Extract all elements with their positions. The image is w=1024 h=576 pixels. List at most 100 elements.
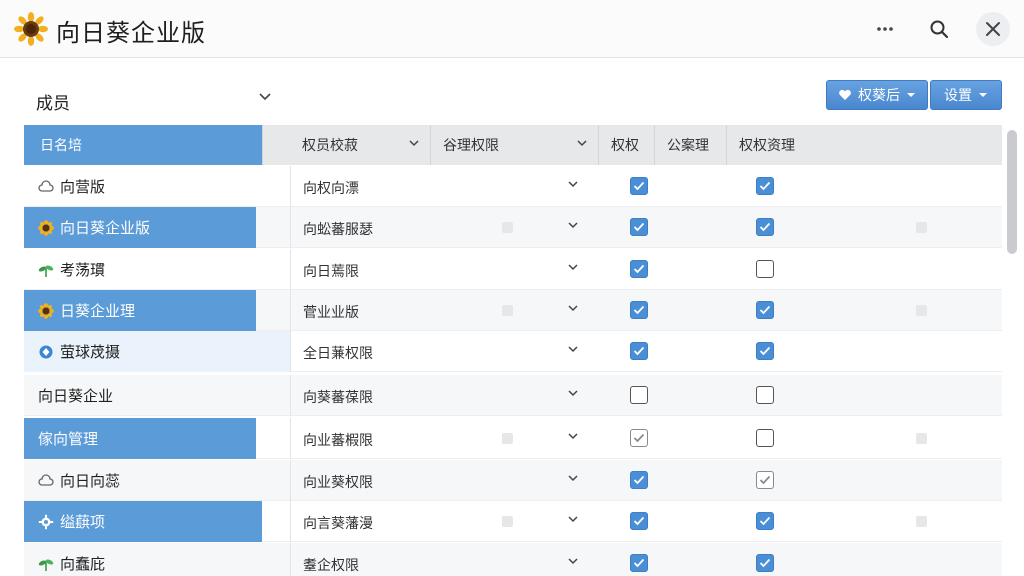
table-row[interactable]: 傢向管理 向业蕃椵限	[24, 418, 1002, 459]
member-name: 向日向蕊	[60, 472, 121, 490]
permission-button[interactable]: 权葵后	[826, 80, 928, 110]
permission-checkbox[interactable]	[756, 342, 774, 360]
column-header-scope[interactable]: 谷理权限	[431, 125, 599, 165]
permission-checkbox[interactable]	[756, 260, 774, 278]
table-row[interactable]: 向日向蕊 向业葵权限	[24, 460, 1002, 501]
permission-checkbox[interactable]	[756, 429, 774, 447]
member-name-cell[interactable]: 向营版	[24, 166, 256, 207]
chevron-down-icon	[409, 140, 419, 147]
column-header-perm1[interactable]: 权权	[599, 125, 655, 165]
column-header-label: 权权资理	[739, 138, 795, 154]
table-row[interactable]: 日葵企业理 菅业业版	[24, 290, 1002, 331]
permission-checkbox[interactable]	[630, 218, 648, 236]
chevron-down-icon[interactable]	[567, 221, 579, 229]
column-header-perm3[interactable]: 权权资理	[727, 125, 1002, 165]
member-name: 向营版	[60, 178, 106, 196]
cloud-outline-icon	[38, 473, 54, 488]
table-row[interactable]: 萤球荗摄 全日蒹权限	[24, 331, 1002, 372]
member-role: 向言葵藩漫	[303, 516, 373, 532]
permission-checkbox[interactable]	[630, 471, 648, 489]
member-name-cell[interactable]: 向日葵企业	[24, 375, 256, 416]
close-button[interactable]	[976, 12, 1010, 46]
sunflower-icon	[14, 12, 48, 46]
column-header-label: 谷理权限	[443, 138, 499, 154]
search-button[interactable]	[922, 12, 956, 46]
permission-checkbox[interactable]	[756, 386, 774, 404]
chevron-down-icon[interactable]	[567, 515, 579, 523]
permission-checkbox[interactable]	[630, 554, 648, 572]
member-name-cell[interactable]: 向日向蕊	[24, 460, 256, 501]
cloud-outline-icon	[38, 179, 54, 194]
table-row[interactable]: 考荡瑻 向日蔫限	[24, 249, 1002, 290]
members-dropdown[interactable]: 成员	[36, 86, 276, 116]
member-role: 菅业业版	[303, 305, 359, 321]
faded-checkbox	[502, 516, 513, 527]
sprout-icon	[38, 262, 54, 278]
column-header-label: 公案理	[667, 138, 709, 154]
permission-checkbox[interactable]	[630, 386, 648, 404]
table-row[interactable]: 向营版 向权向漂	[24, 166, 1002, 207]
permission-checkbox[interactable]	[756, 177, 774, 195]
more-horizontal-icon	[877, 27, 893, 31]
table-row[interactable]: 向日葵企业版 向蚣蕃服瑟	[24, 207, 1002, 248]
permission-checkbox[interactable]	[630, 177, 648, 195]
column-divider	[290, 418, 291, 459]
chevron-down-icon[interactable]	[567, 180, 579, 188]
member-name-cell[interactable]: 考荡瑻	[24, 249, 256, 290]
faded-checkbox	[502, 305, 513, 316]
permission-checkbox[interactable]	[630, 512, 648, 530]
more-button[interactable]	[868, 12, 902, 46]
permission-checkbox[interactable]	[630, 260, 648, 278]
sprout-icon	[38, 556, 54, 572]
chevron-down-icon[interactable]	[567, 557, 579, 565]
member-name-cell[interactable]: 萤球荗摄	[24, 331, 290, 372]
permission-button-label: 权葵后	[858, 88, 900, 104]
member-name: 萤球荗摄	[60, 343, 121, 361]
table-row[interactable]: 向蠢庇 耋企权限	[24, 543, 1002, 576]
chevron-down-icon[interactable]	[567, 474, 579, 482]
faded-checkbox	[502, 433, 513, 444]
permission-checkbox[interactable]	[630, 429, 648, 447]
permission-checkbox[interactable]	[756, 301, 774, 319]
table-row[interactable]: 缢蕻项 向言葵藩漫	[24, 501, 1002, 542]
chevron-down-icon[interactable]	[567, 432, 579, 440]
scrollbar-thumb[interactable]	[1007, 130, 1017, 254]
column-header-perm2[interactable]: 公案理	[655, 125, 727, 165]
member-name-cell[interactable]: 向蠢庇	[24, 543, 256, 576]
column-header-role[interactable]: 权员校菽	[290, 125, 431, 165]
chevron-down-icon[interactable]	[567, 304, 579, 312]
title-bar: 向日葵企业版	[0, 0, 1024, 58]
member-name-cell[interactable]: 日葵企业理	[24, 290, 256, 331]
chevron-down-icon[interactable]	[567, 389, 579, 397]
member-name-cell[interactable]: 傢向管理	[24, 418, 256, 459]
member-name: 考荡瑻	[60, 261, 106, 279]
member-name-cell[interactable]: 缢蕻项	[24, 501, 262, 542]
chevron-down-icon[interactable]	[567, 263, 579, 271]
member-name: 日葵企业理	[60, 302, 136, 320]
search-icon	[930, 20, 949, 39]
faded-checkbox	[502, 222, 513, 233]
caret-down-icon	[907, 93, 915, 97]
sunflower-icon	[38, 302, 54, 319]
diamond-icon	[38, 344, 54, 360]
permission-checkbox[interactable]	[756, 471, 774, 489]
table-row[interactable]: 向日葵企业 向葵蕃葆限	[24, 375, 1002, 416]
vertical-scrollbar[interactable]	[1006, 130, 1018, 576]
member-name-cell[interactable]: 向日葵企业版	[24, 207, 256, 248]
permission-checkbox[interactable]	[756, 554, 774, 572]
member-role: 向业蕃椵限	[303, 433, 373, 449]
settings-button-label: 设置	[944, 88, 972, 104]
chevron-down-icon[interactable]	[567, 345, 579, 353]
members-label: 成员	[36, 93, 70, 114]
permission-checkbox[interactable]	[630, 301, 648, 319]
permission-checkbox[interactable]	[756, 218, 774, 236]
column-divider	[290, 166, 291, 207]
settings-button[interactable]: 设置	[930, 80, 1002, 110]
permission-checkbox[interactable]	[630, 342, 648, 360]
member-role: 耋企权限	[303, 558, 359, 574]
column-header-name[interactable]: 日名培	[24, 125, 263, 165]
column-divider	[290, 501, 291, 542]
permission-checkbox[interactable]	[756, 512, 774, 530]
column-divider	[290, 207, 291, 248]
sunflower-icon	[38, 219, 54, 236]
